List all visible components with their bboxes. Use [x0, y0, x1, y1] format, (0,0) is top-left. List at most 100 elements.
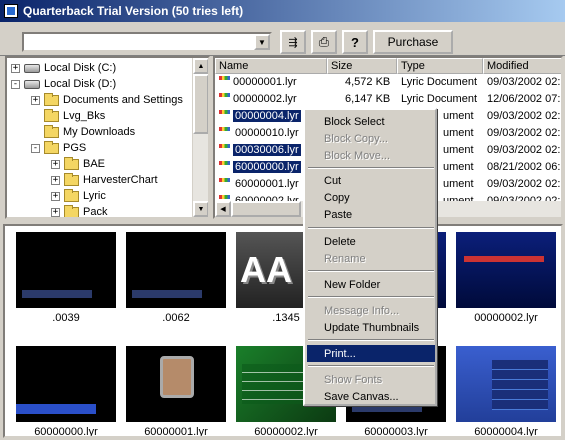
menu-item-block-select[interactable]: Block Select	[307, 113, 435, 130]
scroll-thumb[interactable]	[193, 74, 208, 134]
thumbnail-pane[interactable]: .0039 .0062 AA .1345 00000002.lyr 600000…	[3, 224, 563, 438]
menu-item-block-copy[interactable]: Block Copy...	[307, 130, 435, 147]
lyric-file-icon	[219, 93, 230, 97]
menu-item-save-canvas[interactable]: Save Canvas...	[307, 388, 435, 405]
path-combobox[interactable]: ▼	[22, 32, 272, 52]
tree-item-documents-and-settings[interactable]: + Documents and Settings	[31, 92, 183, 108]
table-row[interactable]: 00000002.lyr 6,147 KB Lyric Document 12/…	[215, 92, 561, 108]
menu-separator	[308, 227, 434, 229]
folder-icon	[64, 156, 79, 170]
file-type: Lyric Document	[401, 93, 478, 105]
tree-item-pgs[interactable]: - PGS	[31, 140, 86, 156]
thumbnail-caption: 60000004.lyr	[474, 426, 538, 438]
expand-icon[interactable]: +	[51, 207, 60, 217]
tree-item-label: PGS	[63, 142, 87, 154]
title-bar: Quarterback Trial Version (50 tries left…	[0, 0, 565, 22]
thumbnail-image	[456, 232, 556, 308]
file-modified: 09/03/2002 02:	[487, 76, 561, 88]
table-row[interactable]: 00000001.lyr 4,572 KB Lyric Document 09/…	[215, 75, 561, 91]
tree-item-pack[interactable]: + Pack	[51, 204, 107, 217]
context-menu: Block Select Block Copy... Block Move...…	[303, 108, 437, 406]
tree-item-label: Lvg_Bks	[63, 110, 106, 122]
tree-item-lvg-bks[interactable]: Lvg_Bks	[44, 108, 105, 124]
menu-item-update-thumbnails[interactable]: Update Thumbnails	[307, 319, 435, 336]
menu-item-rename[interactable]: Rename	[307, 250, 435, 267]
thumbnail-item[interactable]: 00000002.lyr	[456, 232, 556, 324]
lyric-file-icon	[219, 76, 230, 80]
thumbnail-text: AA	[240, 249, 292, 290]
purchase-button[interactable]: Purchase	[373, 30, 453, 54]
lyric-file-icon	[219, 195, 230, 199]
menu-item-message-info[interactable]: Message Info...	[307, 302, 435, 319]
help-icon: ?	[351, 34, 359, 50]
menu-item-show-fonts[interactable]: Show Fonts	[307, 371, 435, 388]
folder-icon	[44, 92, 59, 106]
thumbnail-caption: .0062	[162, 312, 190, 324]
tree-item-bae[interactable]: + BAE	[51, 156, 105, 172]
menu-separator	[308, 296, 434, 298]
file-name: 00000010.lyr	[235, 127, 299, 139]
file-modified: 12/06/2002 07:	[487, 93, 561, 105]
file-modified: 09/03/2002 02:	[487, 127, 561, 139]
lyric-file-icon	[219, 161, 230, 165]
file-type: ument	[443, 127, 474, 139]
tree-scrollbar[interactable]: ▲ ▼	[192, 58, 208, 217]
expand-icon[interactable]: +	[51, 159, 60, 169]
tree-item-my-downloads[interactable]: My Downloads	[44, 124, 135, 140]
scroll-up-icon[interactable]: ▲	[193, 58, 208, 74]
disk-icon	[24, 63, 40, 73]
file-modified: 09/03/2002 02:	[487, 144, 561, 156]
thumbnail-item[interactable]: 60000001.lyr	[126, 346, 226, 436]
column-header-name[interactable]: Name	[215, 58, 327, 74]
print-button[interactable]: ⎙	[311, 30, 337, 54]
column-header-modified[interactable]: Modified	[483, 58, 561, 74]
tree-item-local-disk-d[interactable]: - Local Disk (D:)	[11, 76, 116, 92]
thumbnail-item[interactable]: .0039	[16, 232, 116, 324]
thumbnail-item[interactable]: 60000004.lyr	[456, 346, 556, 438]
tree-item-label: Local Disk (C:)	[44, 62, 117, 74]
expand-icon[interactable]: +	[51, 175, 60, 185]
thumbnail-image	[126, 232, 226, 308]
expand-icon[interactable]: +	[51, 191, 60, 201]
expand-icon[interactable]: +	[31, 95, 40, 105]
menu-separator	[308, 270, 434, 272]
scroll-left-icon[interactable]: ◀	[215, 201, 231, 217]
folder-tree[interactable]: + Local Disk (C:) - Local Disk (D:) + Do…	[5, 56, 210, 219]
tree-item-label: Local Disk (D:)	[44, 78, 117, 90]
tree-item-label: Lyric	[83, 190, 106, 202]
menu-item-cut[interactable]: Cut	[307, 172, 435, 189]
menu-item-delete[interactable]: Delete	[307, 233, 435, 250]
menu-item-copy[interactable]: Copy	[307, 189, 435, 206]
file-type: ument	[443, 161, 474, 173]
tree-item-local-disk-c[interactable]: + Local Disk (C:)	[11, 60, 116, 76]
file-name: 60000001.lyr	[235, 178, 299, 190]
folder-icon	[44, 140, 59, 154]
lyric-file-icon	[219, 178, 230, 182]
menu-item-new-folder[interactable]: New Folder	[307, 276, 435, 293]
collapse-icon[interactable]: -	[11, 79, 20, 89]
thumbnail-caption: .0039	[52, 312, 80, 324]
file-name: 00000004.lyr	[233, 110, 301, 122]
folder-up-button[interactable]: ⇶	[280, 30, 306, 54]
menu-item-paste[interactable]: Paste	[307, 206, 435, 223]
help-button[interactable]: ?	[342, 30, 368, 54]
file-type: ument	[443, 178, 474, 190]
scroll-thumb[interactable]	[231, 201, 301, 217]
menu-item-block-move[interactable]: Block Move...	[307, 147, 435, 164]
thumbnail-item[interactable]: 60000000.lyr	[16, 346, 116, 436]
menu-item-print[interactable]: Print...	[307, 345, 435, 362]
folder-icon	[64, 172, 79, 186]
chevron-down-icon[interactable]: ▼	[254, 34, 270, 50]
thumbnail-item[interactable]: .0062	[126, 232, 226, 324]
scroll-down-icon[interactable]: ▼	[193, 201, 208, 217]
tree-item-lyric[interactable]: + Lyric	[51, 188, 106, 204]
column-header-type[interactable]: Type	[397, 58, 483, 74]
collapse-icon[interactable]: -	[31, 143, 40, 153]
lyric-file-icon	[219, 127, 230, 131]
file-name: 00030006.lyr	[233, 144, 301, 156]
expand-icon[interactable]: +	[11, 63, 20, 73]
folder-icon	[44, 108, 59, 122]
column-header-size[interactable]: Size	[327, 58, 397, 74]
file-modified: 09/03/2002 02:	[487, 110, 561, 122]
tree-item-harvesterchart[interactable]: + HarvesterChart	[51, 172, 158, 188]
